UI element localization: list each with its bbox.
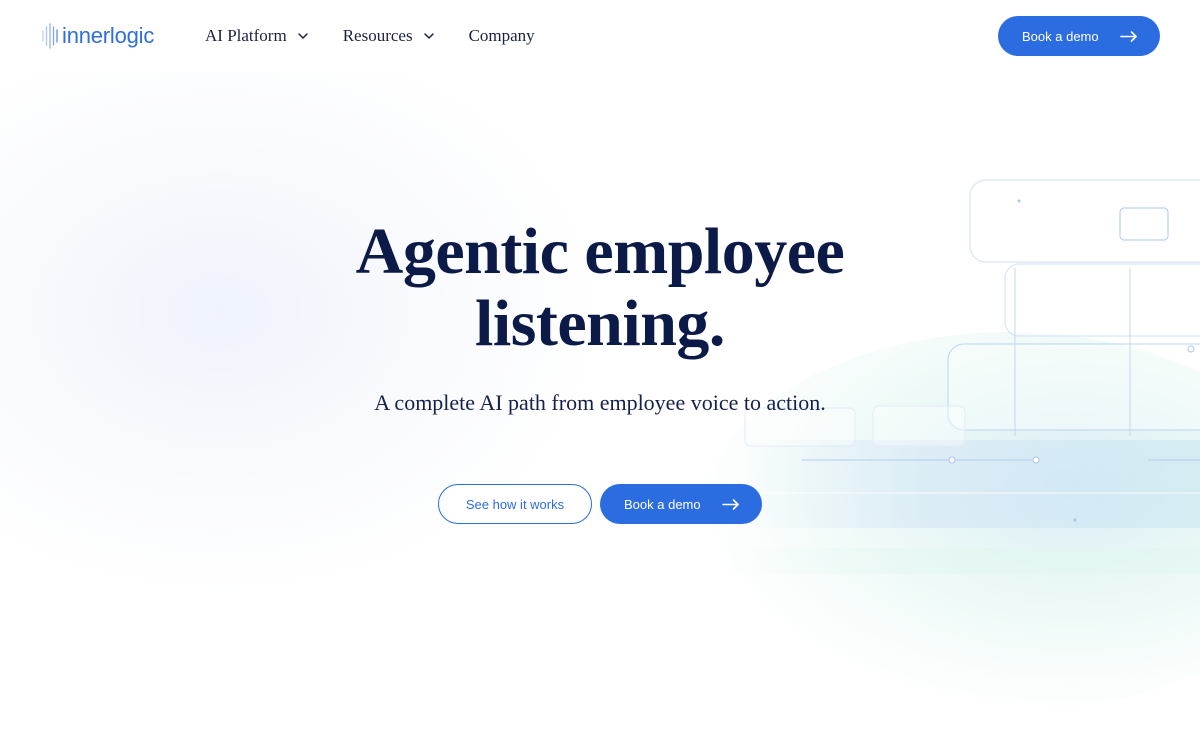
see-how-it-works-button[interactable]: See how it works: [438, 484, 592, 524]
nav-item-label: Resources: [342, 26, 413, 45]
logo[interactable]: innerlogic: [42, 22, 154, 50]
nav-item-company[interactable]: Company: [469, 26, 535, 46]
button-label: See how it works: [465, 496, 565, 512]
deco-card-small: [1119, 207, 1169, 241]
hero-title-line-1: Agentic employee: [355, 215, 845, 288]
chevron-down-icon: [423, 33, 434, 39]
header-book-demo-button[interactable]: Book a demo: [998, 16, 1160, 56]
main-nav: AI Platform Resources Company: [205, 24, 569, 48]
deco-dot-2: [1073, 518, 1077, 522]
deco-card-middle: [1004, 263, 1200, 337]
arrow-right-icon: [1120, 31, 1137, 42]
hero-title: Agentic employee listening.: [200, 216, 1000, 360]
button-label: Book a demo: [1022, 28, 1099, 44]
button-label: Book a demo: [624, 496, 701, 512]
logo-text: innerlogic: [62, 23, 155, 48]
nav-item-resources[interactable]: Resources: [343, 26, 435, 46]
deco-node-1: [948, 456, 956, 464]
hero-title-line-2: listening.: [475, 287, 725, 360]
deco-node-3: [1187, 345, 1195, 353]
nav-item-ai-platform[interactable]: AI Platform: [205, 26, 309, 46]
deco-node-2: [1032, 456, 1040, 464]
hero-book-demo-button[interactable]: Book a demo: [600, 484, 762, 524]
nav-item-label: AI Platform: [205, 26, 287, 45]
nav-item-label: Company: [468, 26, 535, 45]
arrow-right-icon: [722, 499, 739, 510]
hero-subtitle: A complete AI path from employee voice t…: [374, 390, 826, 415]
site-header: innerlogic AI Platform Resources Company…: [0, 0, 1200, 72]
deco-dot-1: [1017, 199, 1021, 203]
chevron-down-icon: [297, 33, 308, 39]
sound-wave-bars-icon: [42, 23, 58, 49]
